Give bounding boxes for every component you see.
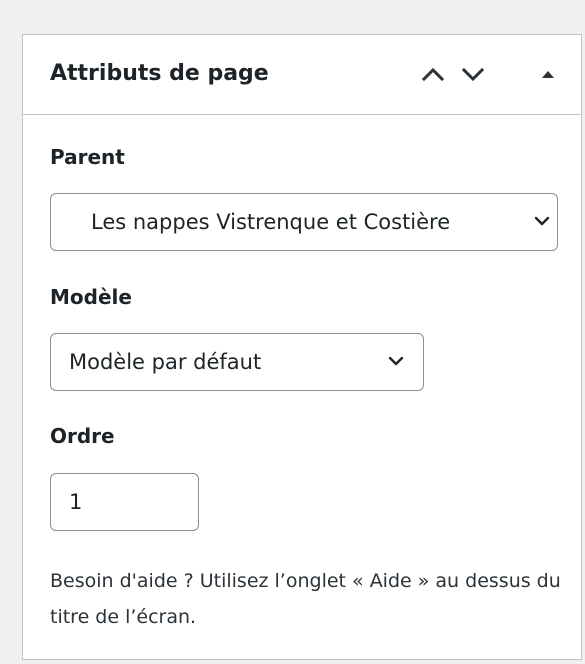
panel-title: Attributs de page xyxy=(50,61,269,86)
template-select-value: Modèle par défaut xyxy=(69,350,262,374)
chevron-down-icon xyxy=(461,67,485,82)
chevron-down-icon xyxy=(534,216,550,226)
order-label: Ordre xyxy=(50,424,115,448)
order-input[interactable]: 1 xyxy=(50,473,199,531)
move-down-button[interactable] xyxy=(458,59,488,89)
toggle-panel-button[interactable] xyxy=(533,59,563,89)
parent-label: Parent xyxy=(50,145,125,169)
triangle-up-icon xyxy=(542,71,554,78)
panel-header: Attributs de page xyxy=(23,35,581,115)
chevron-down-icon xyxy=(388,356,404,366)
move-up-button[interactable] xyxy=(418,59,448,89)
chevron-up-icon xyxy=(421,67,445,82)
parent-select-value: Les nappes Vistrenque et Costière xyxy=(91,210,451,234)
help-text: Besoin d'aide ? Utilisez l’onglet « Aide… xyxy=(50,570,561,628)
template-label: Modèle xyxy=(50,285,132,309)
page-attributes-panel: Attributs de page Parent Les nappes Vist… xyxy=(22,34,582,660)
template-select[interactable]: Modèle par défaut xyxy=(50,333,424,391)
order-input-value: 1 xyxy=(69,490,83,514)
parent-select[interactable]: Les nappes Vistrenque et Costière xyxy=(50,193,558,251)
